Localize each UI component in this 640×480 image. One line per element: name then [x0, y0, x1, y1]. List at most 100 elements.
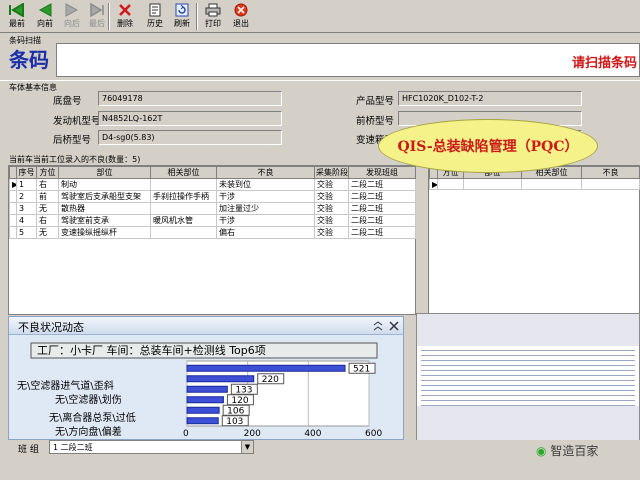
delete-button[interactable]: 删除	[111, 2, 139, 31]
table-cell: 前	[36, 190, 59, 203]
previous-button[interactable]: 向前	[31, 2, 59, 31]
team-select[interactable]: 1 二段二班 ▼	[49, 440, 254, 454]
table-cell: 右	[36, 178, 59, 191]
table-cell: 交验	[314, 190, 349, 203]
column-header[interactable]: 不良	[581, 166, 640, 179]
table-cell: 二段二班	[348, 178, 416, 191]
data-label: 521	[353, 364, 370, 374]
thumbnail-row-line	[421, 375, 635, 376]
next-button-label: 向后	[64, 19, 80, 28]
bar	[186, 375, 255, 383]
table-row[interactable]: 2 前驾驶室后支承船型支架 手刹拉操作手柄 干涉 交验 二段二班	[9, 190, 416, 203]
print-button-label: 打印	[205, 19, 221, 28]
column-header[interactable]: 部位	[58, 166, 151, 179]
history-button-label: 历史	[147, 19, 163, 28]
thumbnail-row-line	[421, 370, 635, 371]
table-cell: 二段二班	[348, 202, 416, 215]
last-button[interactable]: 最后	[83, 2, 111, 31]
column-header[interactable]: 不良	[216, 166, 315, 179]
table-cell: 干涉	[216, 190, 315, 203]
thumbnail-row-line	[421, 385, 635, 386]
data-label: 120	[231, 396, 248, 406]
prev-arrow-icon	[38, 3, 52, 17]
team-label: 班 组	[18, 445, 39, 455]
thumbnail-row-line	[421, 355, 635, 356]
table-row[interactable]: 3 无散热器 加注量过少 交验 二段二班	[9, 202, 416, 215]
toolbar-separator	[196, 3, 198, 30]
table-cell: 偏右	[216, 226, 315, 239]
first-button[interactable]: 最前	[3, 2, 31, 31]
product-field[interactable]: HFC1020K_D102-T-2	[398, 91, 582, 106]
table-row[interactable]: ▶ 1右制动 未装到位交验二段二班	[9, 178, 416, 191]
column-header[interactable]: 发现班组	[348, 166, 416, 179]
thumbnail-row-line	[421, 380, 635, 381]
wechat-icon: ◉	[536, 444, 547, 458]
barcode-title: 条码	[9, 48, 49, 72]
close-icon[interactable]	[389, 321, 399, 331]
table-cell	[150, 202, 217, 215]
history-button[interactable]: 历史	[141, 2, 169, 31]
column-header[interactable]: 序号	[16, 166, 37, 179]
refresh-button[interactable]: 刷新	[168, 2, 196, 31]
x-tick-label: 200	[244, 429, 261, 439]
table-cell: 无	[36, 202, 59, 215]
column-header[interactable]: 相关部位	[150, 166, 217, 179]
pqc-application-window: 最前 向前 向后 最后 删除 历史 刷新 打印 退出 条码扫描 条码 请扫描条码…	[0, 0, 640, 480]
defects-table: 序号 方位 部位 相关部位 不良 采集阶段 发现班组 ▶ 1右制动未装到位交验二…	[9, 166, 416, 239]
collapse-icon[interactable]	[373, 321, 383, 331]
exit-button[interactable]: 退出	[227, 2, 255, 31]
data-label: 220	[262, 375, 279, 385]
column-header[interactable]: 采集阶段	[314, 166, 349, 179]
front-axle-label: 前桥型号	[356, 116, 395, 127]
table-cell	[437, 178, 464, 190]
table-cell: 右	[36, 214, 59, 227]
rear-axle-field[interactable]: D4-sg0(5.83)	[98, 130, 282, 145]
table-row[interactable]: ▶	[429, 178, 640, 190]
thumbnail-row-line	[421, 400, 635, 401]
chassis-field[interactable]: 76049178	[98, 91, 282, 106]
refresh-button-label: 刷新	[174, 19, 190, 28]
defects-table-panel: 序号 方位 部位 相关部位 不良 采集阶段 发现班组 ▶ 1右制动未装到位交验二…	[8, 165, 416, 315]
toolbar-separator	[108, 3, 110, 30]
column-header[interactable]: 方位	[36, 166, 59, 179]
table-cell: 交验	[314, 226, 349, 239]
watermark: ◉ 智造百家	[536, 442, 598, 459]
next-button[interactable]: 向后	[58, 2, 86, 31]
thumbnail-row-line	[421, 390, 635, 391]
engine-field[interactable]: N4852LQ-162T	[98, 111, 282, 126]
team-select-value: 1 二段二班	[53, 443, 93, 452]
print-icon	[205, 3, 221, 17]
table-cell: 暖风机水管	[150, 214, 217, 227]
plot-area: 0 200 400 600 521 220 133120106103	[183, 360, 382, 439]
table-cell: 交验	[314, 202, 349, 215]
bar	[186, 406, 220, 414]
watermark-text: 智造百家	[550, 444, 599, 458]
chevron-down-icon[interactable]: ▼	[241, 441, 253, 453]
table-cell: 干涉	[216, 214, 315, 227]
x-tick-label: 400	[304, 429, 321, 439]
defect-trend-popup: 不良状况动态 工厂：小卡厂 车间：总装车间+检测线 Top6项 0 200 400 6…	[8, 316, 404, 440]
table-row[interactable]: 5 无变速操纵摇纵杆 偏右 交验 二段二班	[9, 226, 416, 239]
category-label: 无\空滤器\划伤	[55, 393, 122, 406]
popup-title: 不良状况动态	[9, 317, 403, 335]
table-cell: 变速操纵摇纵杆	[58, 226, 151, 239]
table-cell	[581, 178, 640, 190]
delete-button-label: 删除	[117, 19, 133, 28]
toolbar: 最前 向前 向后 最后 删除 历史 刷新 打印 退出	[0, 0, 640, 33]
row-marker	[9, 214, 17, 227]
category-label: 无\空滤器进气道\歪斜	[17, 379, 114, 392]
table-cell: 1	[16, 178, 37, 191]
history-icon	[149, 3, 161, 17]
barcode-input[interactable]	[56, 43, 640, 77]
table-cell: 二段二班	[348, 226, 416, 239]
thumbnail-form	[417, 314, 639, 346]
print-button[interactable]: 打印	[199, 2, 227, 31]
first-button-label: 最前	[9, 19, 25, 28]
vehicle-section-label: 车体基本信息	[9, 83, 57, 92]
exit-button-label: 退出	[233, 19, 249, 28]
thumbnail-row-line	[421, 350, 635, 351]
thumbnail-row-line	[421, 405, 635, 406]
table-row[interactable]: 4 右驾驶室前支承 暖风机水管 干涉 交验 二段二班	[9, 214, 416, 227]
table-cell: 散热器	[58, 202, 151, 215]
row-marker: ▶	[429, 178, 438, 190]
